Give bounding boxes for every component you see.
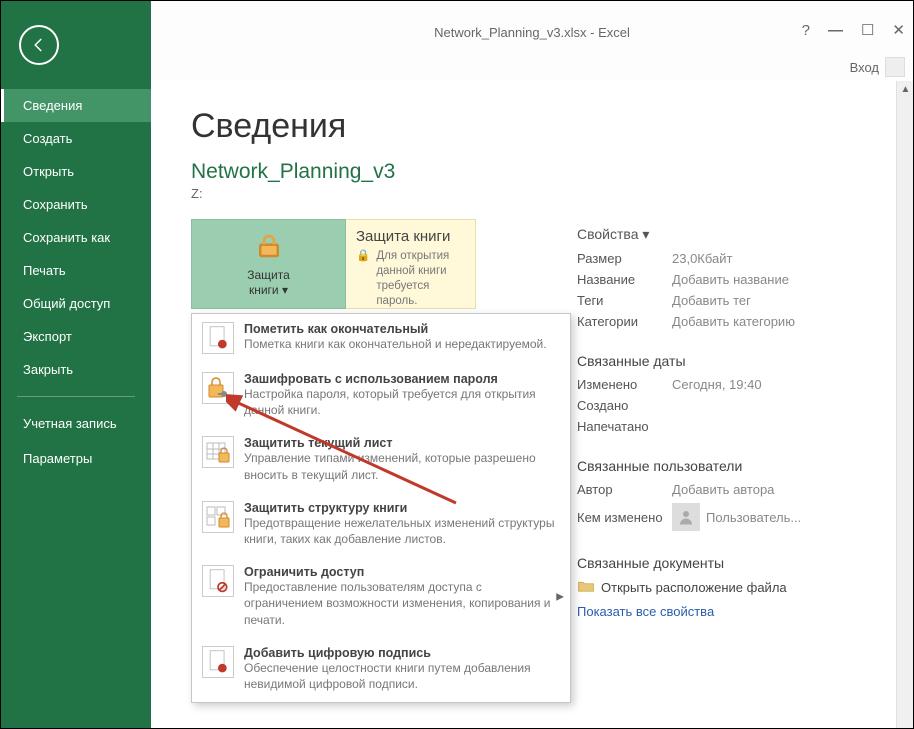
sidebar-item-label: Создать bbox=[23, 131, 72, 146]
menu-item-title: Зашифровать с использованием пароля bbox=[244, 372, 560, 386]
menu-item-title: Пометить как окончательный bbox=[244, 322, 560, 336]
scroll-up-arrow[interactable]: ▲ bbox=[897, 81, 914, 98]
menu-item-restrict-access[interactable]: Ограничить доступ Предоставление пользов… bbox=[192, 557, 570, 638]
document-restrict-icon bbox=[202, 565, 234, 597]
sidebar-item-open[interactable]: Открыть bbox=[1, 155, 151, 188]
document-signature-icon bbox=[202, 646, 234, 678]
vertical-scrollbar[interactable]: ▲ bbox=[896, 81, 913, 728]
prop-categories[interactable]: КатегорииДобавить категорию bbox=[577, 314, 883, 329]
close-button[interactable]: ✕ bbox=[892, 21, 905, 39]
sidebar-item-label: Общий доступ bbox=[23, 296, 110, 311]
lock-icon: 🔒 bbox=[356, 249, 370, 309]
protect-banner: Защита книги 🔒 Для открытия данной книги… bbox=[346, 219, 476, 309]
sidebar-item-label: Открыть bbox=[23, 164, 74, 179]
sidebar-item-label: Закрыть bbox=[23, 362, 73, 377]
minimize-button[interactable]: — bbox=[828, 22, 843, 39]
sidebar-item-share[interactable]: Общий доступ bbox=[1, 287, 151, 320]
sign-in-link[interactable]: Вход bbox=[850, 60, 879, 75]
folder-icon bbox=[577, 579, 595, 596]
window-title: Network_Planning_v3.xlsx - Excel bbox=[151, 25, 913, 40]
sidebar-item-saveas[interactable]: Сохранить как bbox=[1, 221, 151, 254]
menu-item-desc: Обеспечение целостности книги путем доба… bbox=[244, 660, 560, 692]
user-avatar-placeholder[interactable] bbox=[885, 57, 905, 77]
sidebar-item-options[interactable]: Параметры bbox=[1, 442, 151, 475]
menu-item-title: Защитить структуру книги bbox=[244, 501, 560, 515]
grid-lock-icon bbox=[202, 501, 234, 533]
sidebar-item-account[interactable]: Учетная запись bbox=[1, 407, 151, 442]
related-docs-heading: Связанные документы bbox=[577, 555, 883, 571]
sidebar-item-info[interactable]: Сведения bbox=[1, 89, 151, 122]
related-users-heading: Связанные пользователи bbox=[577, 458, 883, 474]
protect-workbook-menu: Пометить как окончательный Пометка книги… bbox=[191, 313, 571, 703]
lock-icon bbox=[254, 231, 284, 264]
prop-author[interactable]: АвторДобавить автора bbox=[577, 482, 883, 497]
page-heading: Сведения bbox=[191, 107, 873, 146]
prop-modified: ИзмененоСегодня, 19:40 bbox=[577, 377, 883, 392]
maximize-button[interactable]: ☐ bbox=[861, 21, 874, 39]
protect-banner-title: Защита книги bbox=[356, 228, 465, 245]
menu-item-mark-final[interactable]: Пометить как окончательный Пометка книги… bbox=[192, 314, 570, 364]
sidebar-item-label: Экспорт bbox=[23, 329, 72, 344]
menu-item-title: Ограничить доступ bbox=[244, 565, 560, 579]
prop-changed-by: Кем изменено Пользователь... bbox=[577, 503, 883, 531]
sidebar-item-label: Сохранить bbox=[23, 197, 88, 212]
menu-item-desc: Пометка книги как окончательной и нереда… bbox=[244, 336, 560, 352]
titlebar: Network_Planning_v3.xlsx - Excel ? — ☐ ✕… bbox=[151, 1, 913, 81]
sidebar-item-export[interactable]: Экспорт bbox=[1, 320, 151, 353]
menu-item-desc: Предотвращение нежелательных изменений с… bbox=[244, 515, 560, 547]
sidebar-item-label: Учетная запись bbox=[23, 416, 117, 431]
help-button[interactable]: ? bbox=[802, 22, 810, 39]
open-file-location[interactable]: Открыть расположение файла bbox=[577, 579, 883, 596]
protect-banner-desc: Для открытия данной книги требуется паро… bbox=[376, 249, 465, 309]
sidebar-item-label: Параметры bbox=[23, 451, 92, 466]
sidebar-item-new[interactable]: Создать bbox=[1, 122, 151, 155]
prop-printed: Напечатано bbox=[577, 419, 883, 434]
menu-item-title: Защитить текущий лист bbox=[244, 436, 560, 450]
changed-by-user: Пользователь... bbox=[706, 510, 801, 525]
menu-item-protect-structure[interactable]: Защитить структуру книги Предотвращение … bbox=[192, 493, 570, 557]
lock-key-icon bbox=[202, 372, 234, 404]
sidebar-item-label: Сохранить как bbox=[23, 230, 110, 245]
sidebar-item-close[interactable]: Закрыть bbox=[1, 353, 151, 386]
menu-item-digital-signature[interactable]: Добавить цифровую подпись Обеспечение це… bbox=[192, 638, 570, 702]
user-avatar-icon bbox=[672, 503, 700, 531]
prop-created: Создано bbox=[577, 398, 883, 413]
prop-tags[interactable]: ТегиДобавить тег bbox=[577, 293, 883, 308]
properties-panel: Свойства ▾ Размер23,0Кбайт НазваниеДобав… bbox=[577, 226, 883, 619]
menu-item-desc: Управление типами изменений, которые раз… bbox=[244, 450, 560, 482]
document-name: Network_Planning_v3 bbox=[191, 160, 873, 184]
sidebar-separator bbox=[17, 396, 135, 397]
menu-item-desc: Настройка пароля, который требуется для … bbox=[244, 386, 560, 418]
protect-workbook-button[interactable]: Защита книги ▾ bbox=[191, 219, 346, 309]
show-all-properties[interactable]: Показать все свойства bbox=[577, 604, 883, 619]
submenu-arrow-icon: ▶ bbox=[556, 592, 564, 603]
menu-item-title: Добавить цифровую подпись bbox=[244, 646, 560, 660]
document-location: Z: bbox=[191, 186, 873, 201]
sidebar-item-label: Сведения bbox=[23, 98, 82, 113]
prop-size: Размер23,0Кбайт bbox=[577, 251, 883, 266]
prop-title[interactable]: НазваниеДобавить название bbox=[577, 272, 883, 287]
sidebar-item-label: Печать bbox=[23, 263, 66, 278]
sheet-lock-icon bbox=[202, 436, 234, 468]
menu-item-protect-sheet[interactable]: Защитить текущий лист Управление типами … bbox=[192, 428, 570, 492]
protect-button-label-line2: книги ▾ bbox=[249, 283, 288, 297]
properties-heading[interactable]: Свойства ▾ bbox=[577, 226, 883, 243]
back-button[interactable] bbox=[19, 25, 59, 65]
related-dates-heading: Связанные даты bbox=[577, 353, 883, 369]
document-ribbon-icon bbox=[202, 322, 234, 354]
sidebar-item-save[interactable]: Сохранить bbox=[1, 188, 151, 221]
menu-item-desc: Предоставление пользователям доступа с о… bbox=[244, 579, 560, 628]
protect-button-label-line1: Защита bbox=[247, 268, 290, 282]
backstage-sidebar: Сведения Создать Открыть Сохранить Сохра… bbox=[1, 1, 151, 728]
menu-item-encrypt-password[interactable]: Зашифровать с использованием пароля Наст… bbox=[192, 364, 570, 428]
sidebar-item-print[interactable]: Печать bbox=[1, 254, 151, 287]
